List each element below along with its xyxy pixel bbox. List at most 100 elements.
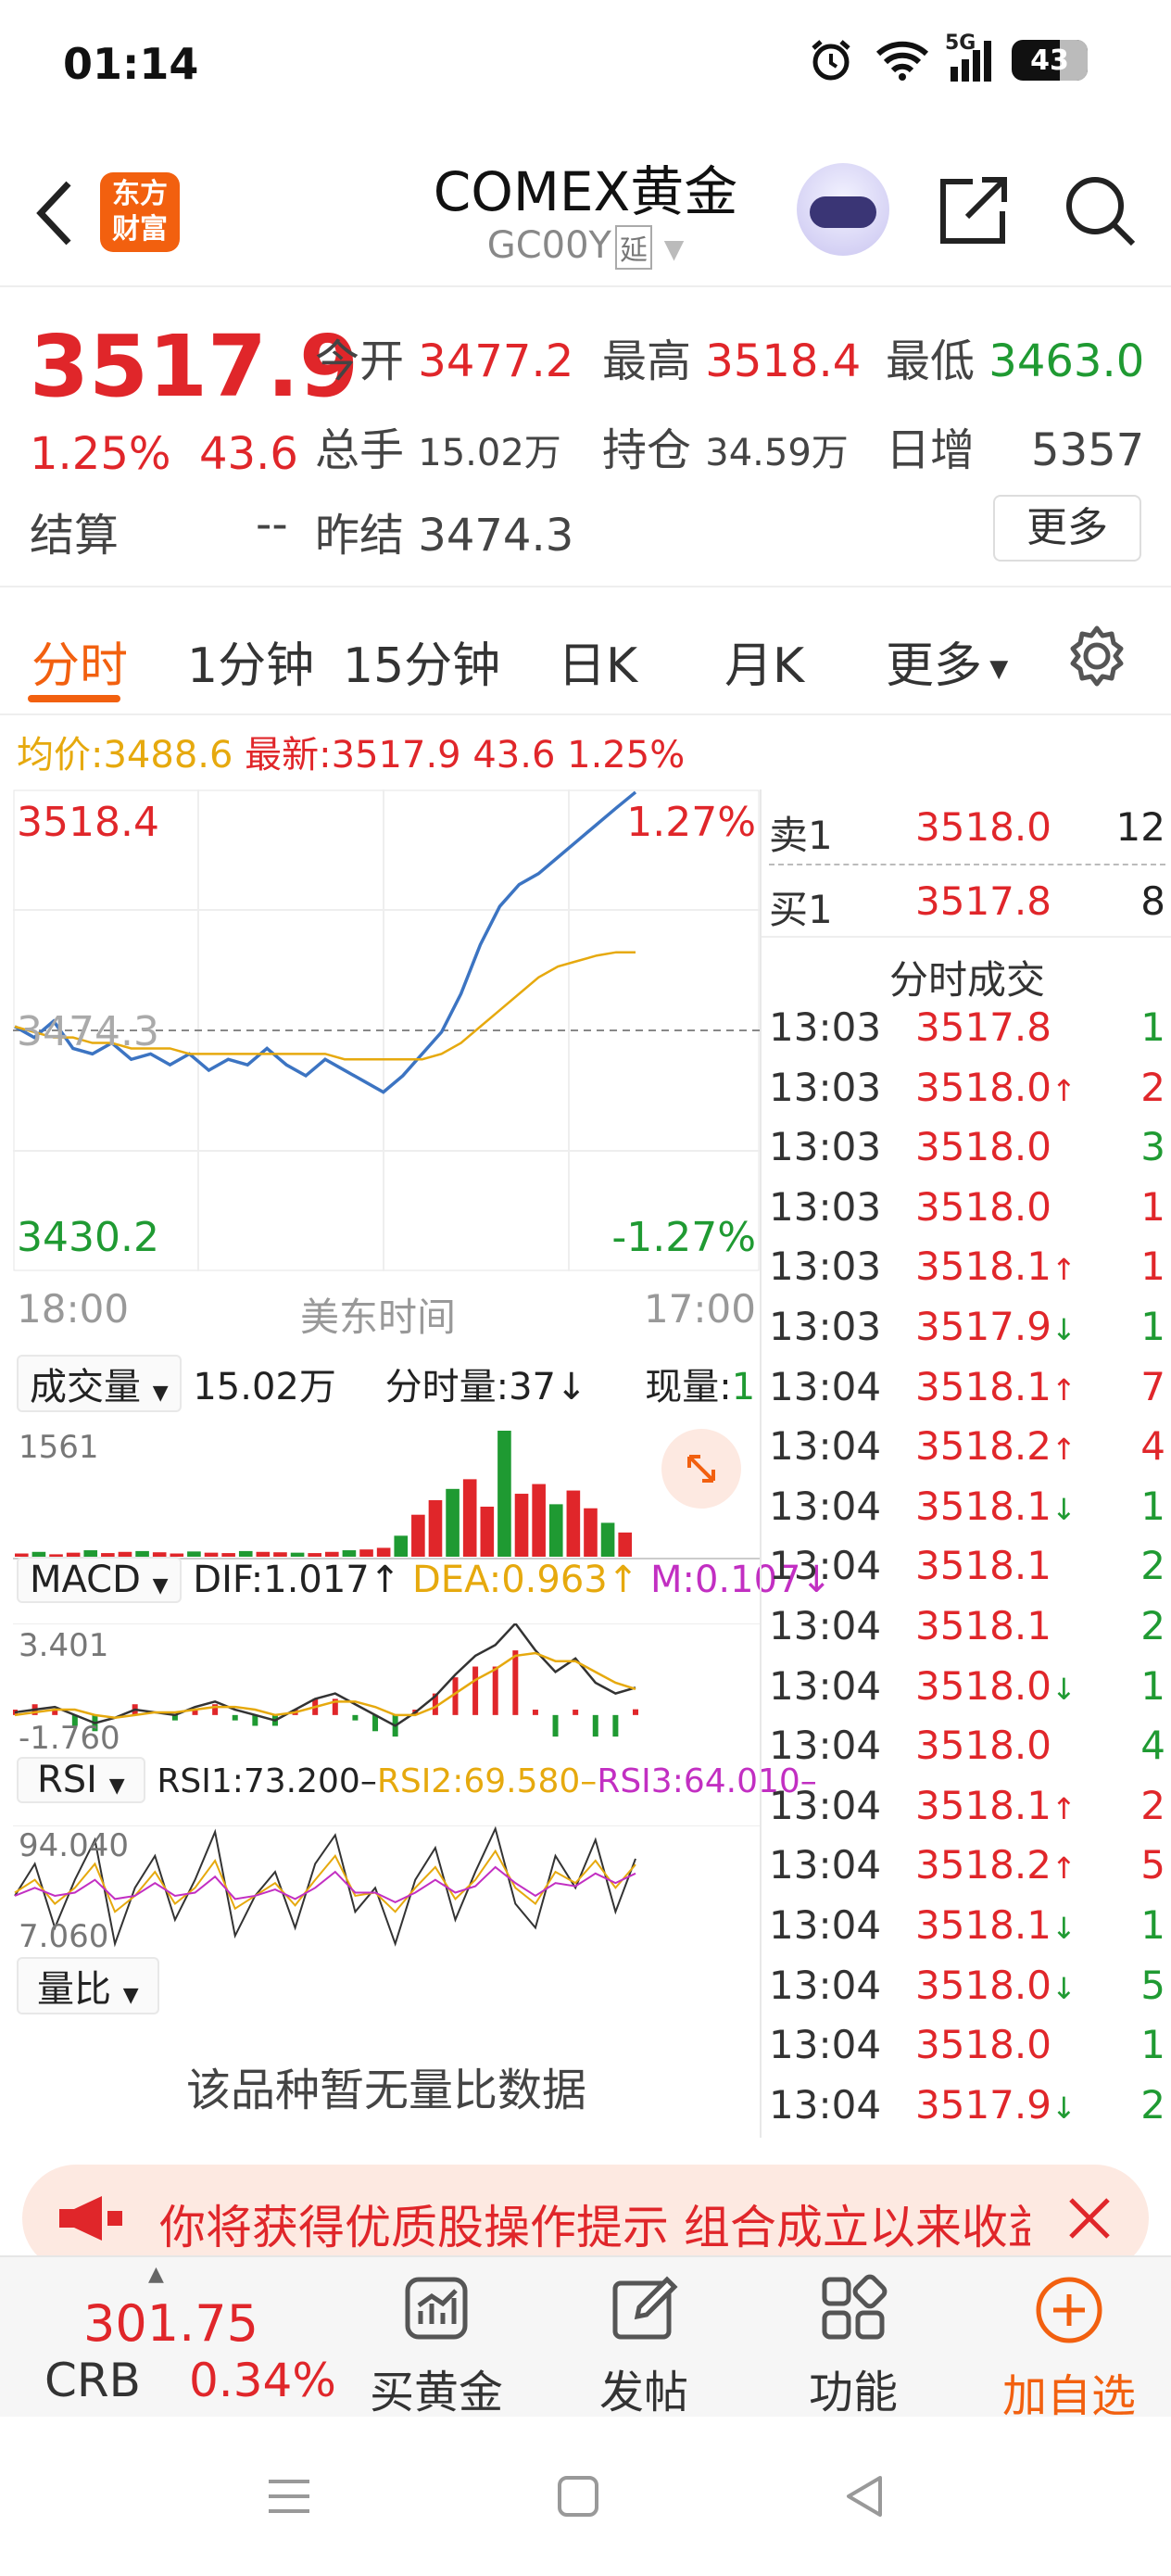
volume-dropdown[interactable]: 成交量 ▼	[17, 1355, 182, 1412]
x-center-label: 美东时间	[300, 1294, 457, 1340]
pct-top-label: 1.27%	[626, 799, 756, 846]
volume-bar	[359, 1549, 373, 1557]
volume-ratio-dropdown[interactable]: 量比 ▼	[17, 1957, 159, 2014]
tick-qty: 2	[1140, 2081, 1165, 2128]
crb-pct: 0.34%	[189, 2354, 336, 2407]
open-value: 3477.2	[418, 335, 574, 387]
contract-code-text: GC00Y	[486, 224, 611, 267]
close-icon[interactable]	[1060, 2189, 1119, 2248]
ask-label: 卖1	[769, 813, 833, 858]
tick-row: 13:03 3518.0↑ 2	[762, 1065, 1171, 1124]
prev-settle-field: 昨结 3474.3	[315, 510, 574, 562]
volume-chart[interactable]	[13, 1421, 760, 1560]
y-top-label: 3518.4	[17, 799, 159, 846]
network-type: 5G	[945, 32, 976, 55]
tick-price: 3518.0	[915, 1124, 1051, 1170]
volume-value: 15.02万	[418, 432, 561, 474]
ask-qty: 12	[1115, 804, 1165, 850]
macd-bar	[372, 1714, 379, 1732]
chart-area[interactable]: 3518.4 3474.3 3430.2 1.27% -1.27% 18:00 …	[13, 789, 832, 2138]
tick-volume-value: 37↓	[509, 1366, 587, 1408]
change-value: 43.6	[199, 428, 298, 480]
macd-bar	[592, 1714, 598, 1737]
crb-index[interactable]: ▲ 301.75 CRB 0.34%	[0, 2257, 343, 2418]
avg-label: 均价:	[17, 734, 104, 777]
search-icon[interactable]	[1062, 172, 1138, 248]
tick-price: 3517.8	[915, 1004, 1051, 1050]
tab-daily-k[interactable]: 日K	[558, 626, 637, 696]
tab-15min[interactable]: 15分钟	[343, 626, 500, 696]
volume-ratio-dropdown-label: 量比	[37, 1968, 111, 2011]
volume-bar	[532, 1484, 546, 1557]
latest-label: 最新:	[245, 734, 332, 777]
tick-qty: 2	[1140, 1782, 1165, 1828]
share-icon[interactable]	[936, 172, 1012, 248]
tick-qty: 1	[1140, 1902, 1165, 1948]
expand-button[interactable]	[661, 1429, 741, 1509]
macd-bar	[573, 1710, 579, 1715]
back-nav-icon[interactable]	[837, 2469, 893, 2524]
buy-gold-label: 买黄金	[369, 2367, 503, 2418]
tick-row: 13:03 3518.0 1	[762, 1184, 1171, 1244]
tick-row: 13:04 3518.0 4	[762, 1723, 1171, 1782]
tick-row: 13:03 3517.9↓ 1	[762, 1304, 1171, 1363]
bid-label: 买1	[769, 887, 833, 932]
volume-bar	[428, 1500, 443, 1557]
post-label: 发帖	[598, 2367, 688, 2418]
rsi-dropdown[interactable]: RSI ▼	[17, 1757, 145, 1803]
settle-label: 结算	[30, 510, 120, 562]
tick-price: 3518.1↑	[915, 1782, 1077, 1828]
tick-time: 13:04	[769, 1782, 882, 1828]
macd-max-label: 3.401	[19, 1627, 109, 1664]
volume-header: 成交量 ▼ 15.02万 分时量:37↓ 现量:1	[17, 1355, 755, 1412]
tick-time: 13:04	[769, 1483, 882, 1529]
caret-down-icon: ▼	[122, 1984, 139, 2007]
tick-price: 3518.1	[915, 1543, 1051, 1589]
tick-time: 13:04	[769, 1543, 882, 1589]
tick-price: 3518.1↓	[915, 1483, 1077, 1529]
tick-time: 13:03	[769, 1183, 882, 1230]
ai-assistant-icon[interactable]	[797, 163, 889, 256]
tick-time: 13:04	[769, 2081, 882, 2128]
volume-bars	[15, 1431, 632, 1557]
tick-qty: 1	[1140, 1244, 1165, 1290]
tick-row: 13:04 3518.0↓ 5	[762, 1963, 1171, 2022]
macd-bar	[492, 1666, 498, 1715]
caret-down-icon: ▼	[152, 1382, 169, 1405]
tick-volume-label: 分时量:	[384, 1366, 510, 1408]
tick-price: 3518.0	[915, 2022, 1051, 2068]
functions-button[interactable]: 功能	[774, 2274, 932, 2420]
macd-header: MACD ▼ DIF:1.017↑ DEA:0.963↑ M:0.107↓	[17, 1557, 832, 1603]
buy-gold-button[interactable]: 买黄金	[358, 2274, 515, 2420]
add-watchlist-button[interactable]: 加自选	[986, 2274, 1152, 2424]
macd-chart[interactable]	[13, 1623, 760, 1762]
macd-bar	[633, 1709, 638, 1715]
volume-bar	[411, 1514, 425, 1557]
tick-qty: 1	[1140, 1004, 1165, 1050]
macd-bar	[552, 1714, 559, 1737]
tab-1min[interactable]: 1分钟	[187, 626, 314, 696]
tick-row: 13:04 3518.1↑ 7	[762, 1364, 1171, 1423]
tick-time: 13:03	[769, 1244, 882, 1290]
menu-icon[interactable]	[261, 2469, 317, 2524]
tick-row: 13:04 3518.2↑ 4	[762, 1423, 1171, 1483]
post-button[interactable]: 发帖	[565, 2274, 723, 2420]
tab-monthly-k[interactable]: 月K	[724, 626, 804, 696]
tab-intraday[interactable]: 分时	[31, 626, 128, 696]
tick-time: 13:04	[769, 1662, 882, 1709]
volume-total: 15.02万	[193, 1366, 336, 1408]
tick-time: 13:04	[769, 2022, 882, 2068]
more-button[interactable]: 更多	[993, 495, 1141, 562]
macd-bar	[472, 1666, 479, 1715]
tick-qty: 3	[1140, 1124, 1165, 1170]
tick-row: 13:03 3518.1↑ 1	[762, 1244, 1171, 1303]
x-end-label: 17:00	[643, 1286, 756, 1332]
tick-row: 13:03 3518.0 3	[762, 1124, 1171, 1183]
home-icon[interactable]	[550, 2469, 606, 2524]
macd-dropdown[interactable]: MACD ▼	[17, 1557, 182, 1603]
megaphone-icon	[59, 2196, 122, 2241]
tab-more[interactable]: 更多 ▼	[886, 626, 1008, 696]
tick-qty: 5	[1140, 1962, 1165, 2008]
gear-icon[interactable]	[1064, 623, 1130, 689]
tick-qty: 1	[1140, 1662, 1165, 1709]
